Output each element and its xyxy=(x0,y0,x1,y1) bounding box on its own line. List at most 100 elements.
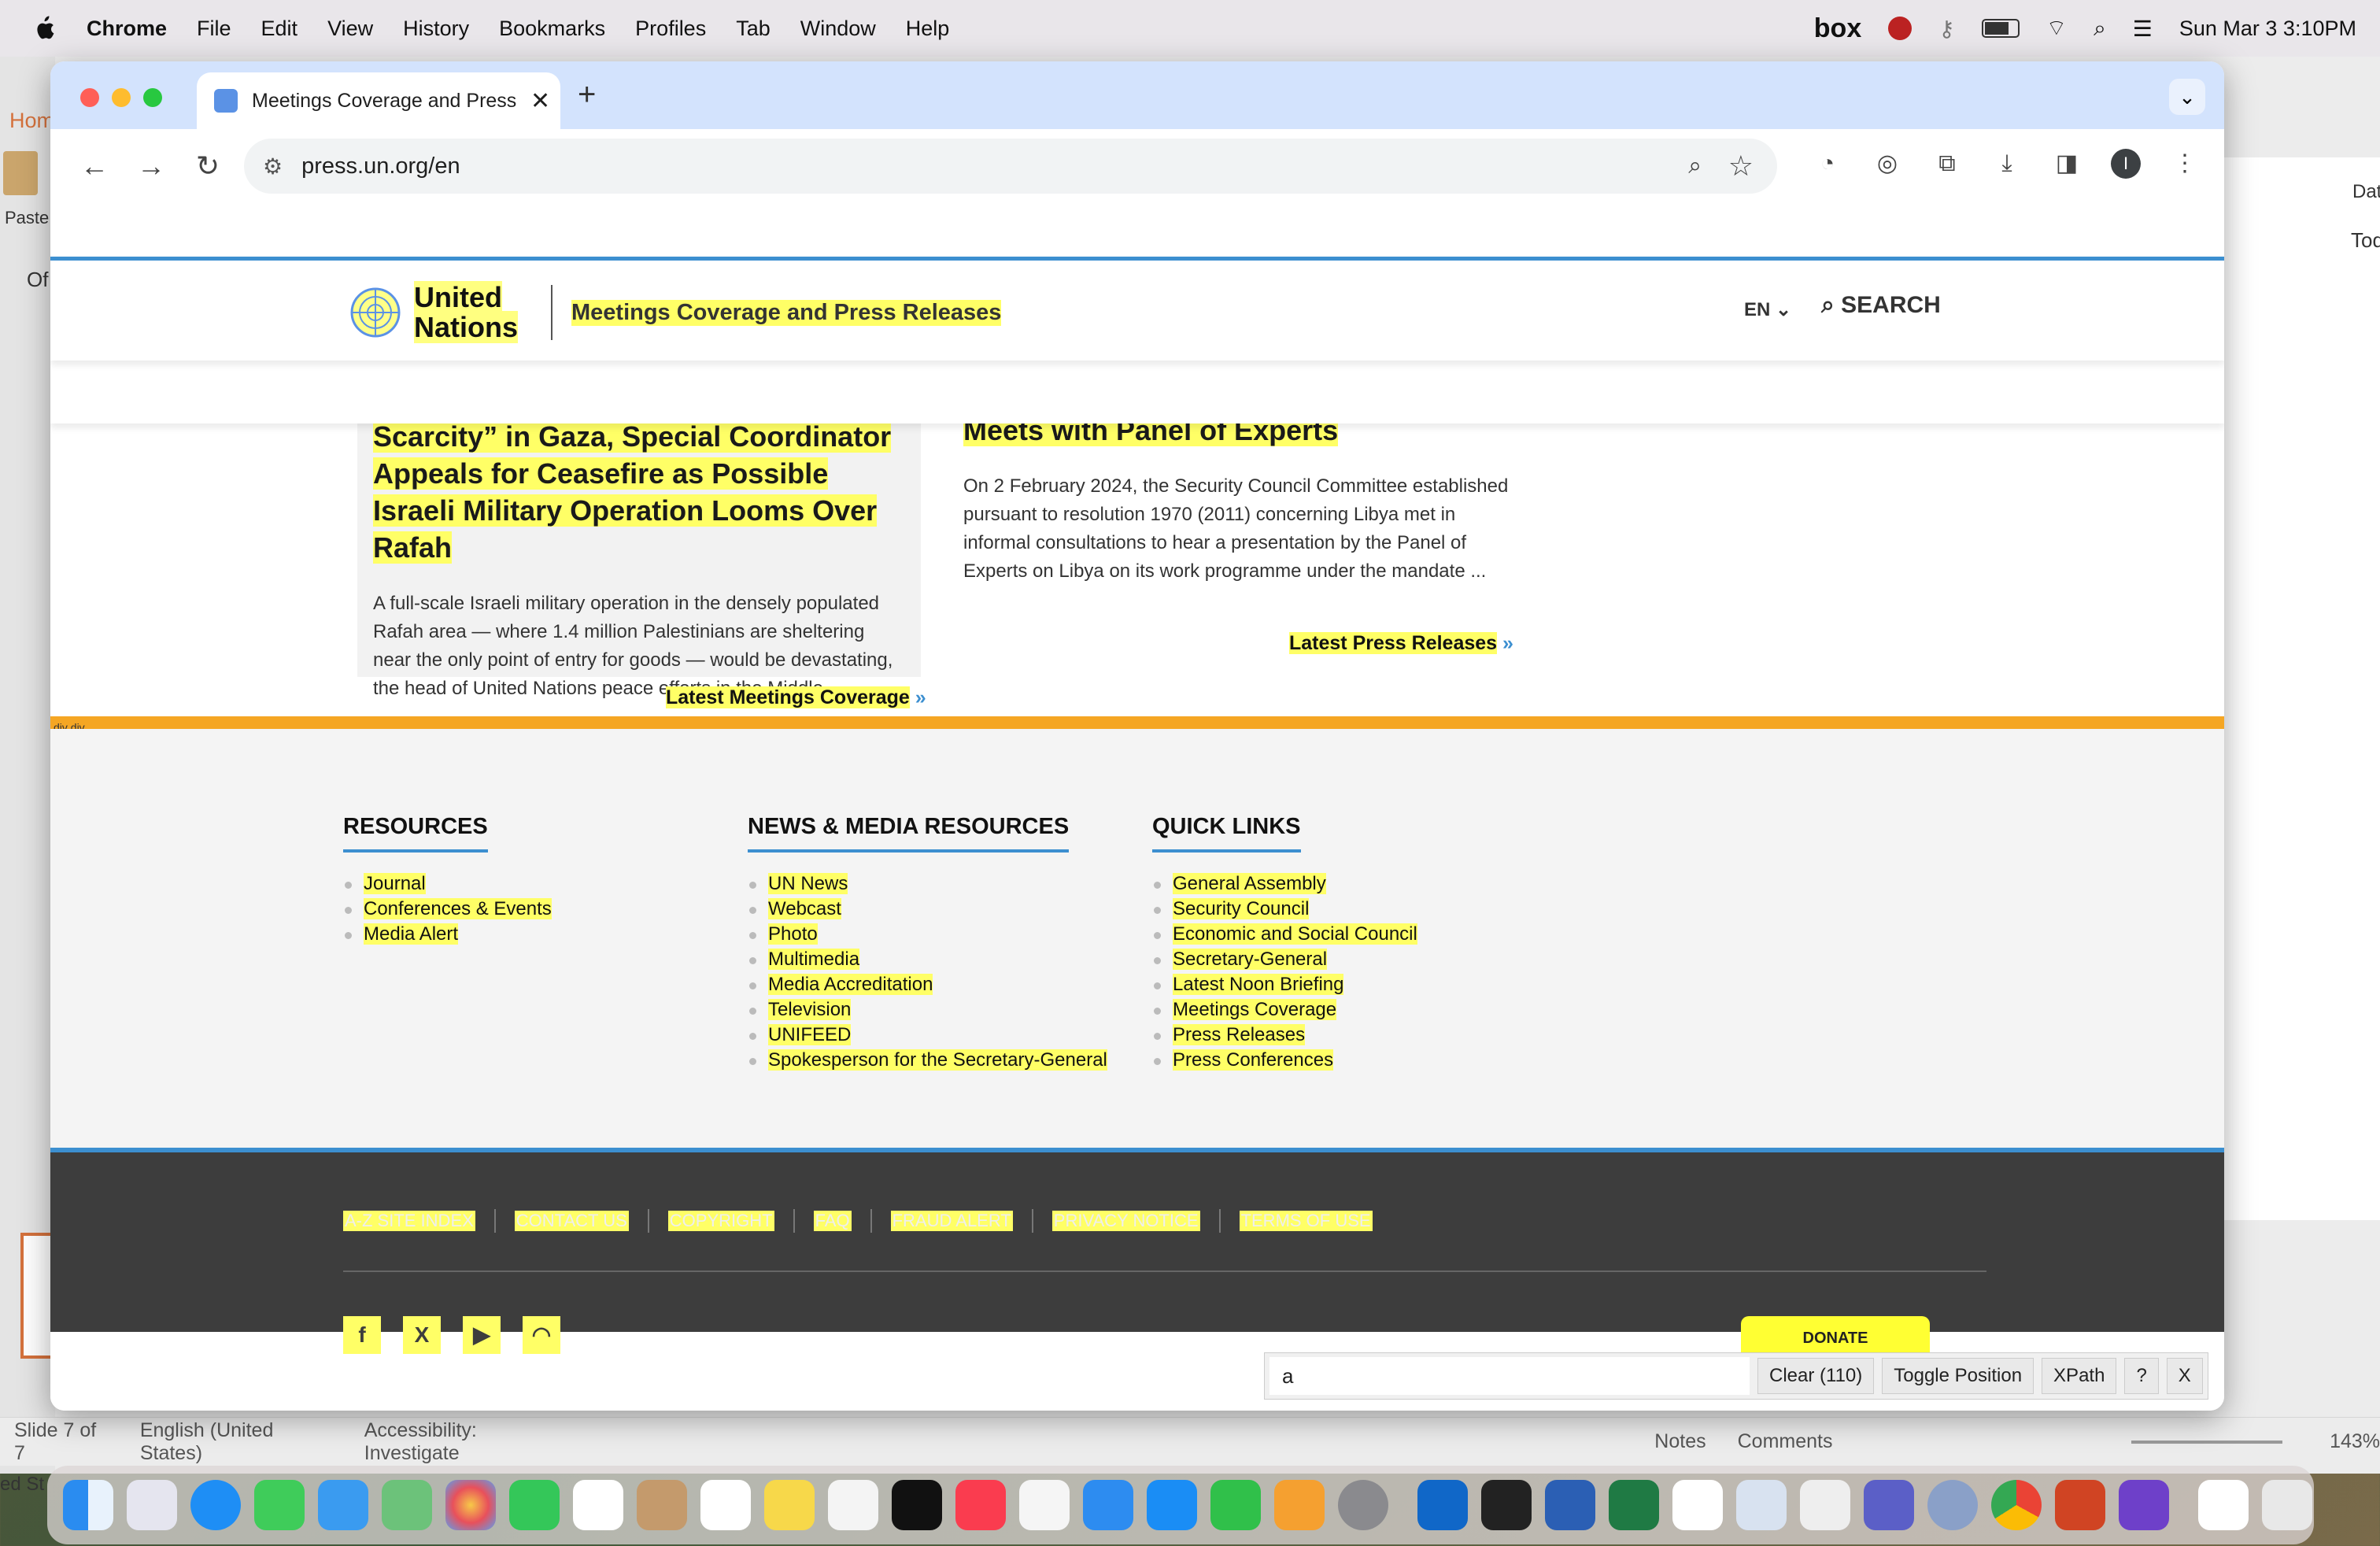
browser-tab[interactable]: Meetings Coverage and Press Releases ✕ xyxy=(197,72,560,129)
latest-press-releases-link[interactable]: Latest Press Releases » xyxy=(1289,632,1513,655)
site-name-link[interactable]: Meetings Coverage and Press Releases xyxy=(571,299,1002,326)
chrome-menu-icon[interactable]: ⋮ xyxy=(2169,148,2201,179)
mail-icon[interactable] xyxy=(318,1480,368,1530)
document-icon[interactable] xyxy=(2198,1480,2249,1530)
close-tab-icon[interactable]: ✕ xyxy=(530,87,550,115)
terminal-icon[interactable] xyxy=(1481,1480,1532,1530)
footer-link[interactable]: Journal xyxy=(343,871,552,897)
notes-icon[interactable] xyxy=(764,1480,815,1530)
finder-icon[interactable] xyxy=(63,1480,113,1530)
clear-button[interactable]: Clear (110) xyxy=(1757,1358,1875,1394)
system-settings-icon[interactable] xyxy=(1338,1480,1388,1530)
comments-button[interactable]: Comments xyxy=(1738,1430,1833,1453)
word-icon[interactable] xyxy=(1545,1480,1595,1530)
vpn-icon[interactable] xyxy=(1888,17,1913,40)
x-twitter-icon[interactable]: X xyxy=(403,1316,441,1354)
new-tab-icon[interactable]: + xyxy=(578,77,596,113)
side-panel-icon[interactable]: ◨ xyxy=(2051,148,2082,179)
app-store-icon[interactable] xyxy=(1147,1480,1197,1530)
preview-icon[interactable] xyxy=(1736,1480,1787,1530)
keynote-icon[interactable] xyxy=(1083,1480,1133,1530)
footer-link[interactable]: Media Accreditation xyxy=(748,972,1107,997)
facetime-icon[interactable] xyxy=(509,1480,560,1530)
footer-link[interactable]: Conferences & Events xyxy=(343,897,552,922)
slack-icon[interactable] xyxy=(1672,1480,1723,1530)
excel-icon[interactable] xyxy=(1609,1480,1659,1530)
maps-icon[interactable] xyxy=(382,1480,432,1530)
footer-legal-link[interactable]: TERMS OF USE xyxy=(1239,1211,1373,1231)
footer-link[interactable]: Photo xyxy=(748,922,1107,947)
close-bar-button[interactable]: X xyxy=(2166,1358,2203,1394)
menu-app-name[interactable]: Chrome xyxy=(87,17,167,41)
footer-link[interactable]: General Assembly xyxy=(1152,871,1417,897)
apple-icon[interactable] xyxy=(31,15,55,42)
menu-tab[interactable]: Tab xyxy=(736,17,771,41)
bookmark-star-icon[interactable]: ☆ xyxy=(1728,150,1754,183)
messages-icon[interactable] xyxy=(254,1480,305,1530)
language-selector[interactable]: EN ⌄ xyxy=(1744,298,1791,321)
toggle-position-button[interactable]: Toggle Position xyxy=(1882,1358,2034,1394)
latest-meetings-coverage-link[interactable]: Latest Meetings Coverage » xyxy=(666,686,926,709)
footer-link[interactable]: Press Releases xyxy=(1152,1023,1417,1048)
menubar-clock[interactable]: Sun Mar 3 3:10PM xyxy=(2179,17,2356,41)
extension-clock-icon[interactable]: ◔ xyxy=(1812,148,1843,179)
forward-arrow-icon[interactable]: → xyxy=(123,150,179,183)
safari-icon[interactable] xyxy=(190,1480,241,1530)
extension-translate-icon[interactable]: ◎ xyxy=(1872,148,1903,179)
freeform-icon[interactable] xyxy=(828,1480,878,1530)
outlook-icon[interactable] xyxy=(1417,1480,1468,1530)
zoom-slider[interactable] xyxy=(2131,1440,2283,1444)
background-home-tab[interactable]: Hom xyxy=(9,109,54,133)
calendar-icon[interactable] xyxy=(573,1480,623,1530)
footer-link[interactable]: Television xyxy=(748,997,1107,1023)
tab-search-chevron-icon[interactable]: ⌄ xyxy=(2169,79,2205,115)
key-icon[interactable]: ⚷ xyxy=(1938,16,1955,42)
footer-legal-link[interactable]: CONTACT US xyxy=(514,1211,629,1231)
footer-legal-link[interactable]: COPYRIGHT xyxy=(667,1211,774,1231)
address-bar[interactable]: ⚙ press.un.org/en ⌕ ☆ xyxy=(244,139,1777,194)
site-info-icon[interactable]: ⚙ xyxy=(263,153,283,179)
menu-edit[interactable]: Edit xyxy=(261,17,298,41)
spotlight-icon[interactable]: ⌕ xyxy=(2094,16,2106,42)
numbers-icon[interactable] xyxy=(1210,1480,1261,1530)
rss-icon[interactable]: ◠ xyxy=(523,1316,560,1354)
launchpad-icon[interactable] xyxy=(127,1480,177,1530)
footer-legal-link[interactable]: FAQ xyxy=(813,1211,852,1231)
teams-icon[interactable] xyxy=(1864,1480,1914,1530)
footer-link[interactable]: Media Alert xyxy=(343,922,552,947)
close-window-button[interactable] xyxy=(80,88,99,107)
footer-link[interactable]: Security Council xyxy=(1152,897,1417,922)
chrome-icon[interactable] xyxy=(1991,1480,2042,1530)
footer-link[interactable]: Secretary-General xyxy=(1152,947,1417,972)
reminders-icon[interactable] xyxy=(700,1480,751,1530)
menu-history[interactable]: History xyxy=(403,17,469,41)
extensions-puzzle-icon[interactable]: ⧉ xyxy=(1931,148,1963,179)
url-text[interactable]: press.un.org/en xyxy=(301,153,460,179)
footer-link[interactable]: Latest Noon Briefing xyxy=(1152,972,1417,997)
box-icon[interactable]: box xyxy=(1814,13,1861,44)
apple-tv-icon[interactable] xyxy=(892,1480,942,1530)
music-icon[interactable] xyxy=(955,1480,1006,1530)
profile-avatar[interactable]: I xyxy=(2111,149,2141,179)
trash-icon[interactable] xyxy=(2262,1480,2312,1530)
github-desktop-icon[interactable] xyxy=(2119,1480,2169,1530)
paste-icon[interactable] xyxy=(3,151,38,195)
xpath-button[interactable]: XPath xyxy=(2042,1358,2117,1394)
menu-help[interactable]: Help xyxy=(906,17,950,41)
downloads-icon[interactable]: ⤓ xyxy=(1991,148,2023,179)
xpath-query-input[interactable]: a xyxy=(1269,1357,1750,1395)
menu-profiles[interactable]: Profiles xyxy=(635,17,706,41)
reload-icon[interactable]: ↻ xyxy=(179,150,236,183)
pages-icon[interactable] xyxy=(1274,1480,1325,1530)
menu-window[interactable]: Window xyxy=(800,17,876,41)
r-icon[interactable] xyxy=(1927,1480,1978,1530)
control-center-icon[interactable]: ☰ xyxy=(2133,16,2153,42)
footer-link[interactable]: Press Conferences xyxy=(1152,1048,1417,1073)
news-icon[interactable] xyxy=(1019,1480,1070,1530)
footer-legal-link[interactable]: A-Z SITE INDEX xyxy=(343,1211,475,1231)
wifi-icon[interactable]: ⌔ xyxy=(2046,15,2067,43)
powerpoint-icon[interactable] xyxy=(2055,1480,2105,1530)
accessibility-status[interactable]: Accessibility: Investigate xyxy=(364,1419,569,1465)
un-logo[interactable]: United Nations Meetings Coverage and Pres… xyxy=(343,281,1002,343)
photos-icon[interactable] xyxy=(445,1480,496,1530)
